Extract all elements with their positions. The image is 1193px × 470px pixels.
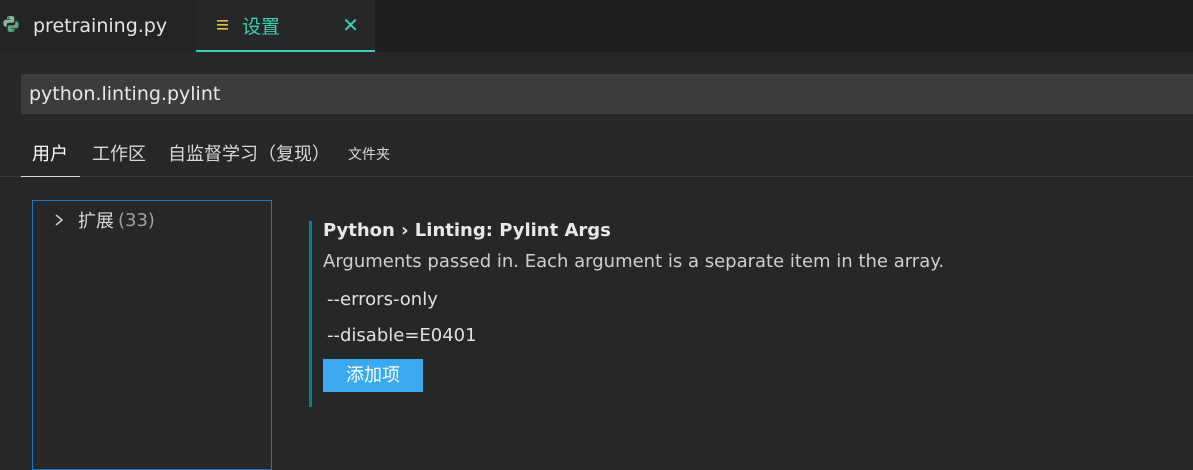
chevron-right-icon (54, 211, 64, 229)
setting-title: Python › Linting: Pylint Args (323, 220, 1169, 241)
array-item[interactable]: --disable=E0401 (323, 324, 1169, 360)
settings-toc[interactable]: 扩展 (33) (32, 200, 272, 470)
setting-description: Arguments passed in. Each argument is a … (323, 251, 945, 272)
tab-user[interactable]: 用户 (21, 134, 80, 177)
settings-search-input[interactable] (21, 74, 1193, 114)
array-item-list: --errors-only --disable=E0401 (323, 288, 1169, 360)
tab-folder-name[interactable]: 自监督学习（复现） (168, 134, 330, 177)
setting-pylint-args: Python › Linting: Pylint Args Arguments … (309, 220, 1169, 407)
toc-item-extensions[interactable]: 扩展 (33) (54, 207, 155, 233)
tab-label: pretraining.py (33, 15, 168, 37)
close-icon[interactable]: ✕ (342, 13, 359, 37)
setting-category: Python › Linting: (323, 220, 500, 241)
toc-item-label: 扩展 (78, 211, 114, 232)
tab-pretraining-py[interactable]: pretraining.py (0, 0, 196, 52)
tab-settings[interactable]: 设置 ✕ (196, 0, 375, 52)
tab-folder[interactable]: 文件夹 (348, 134, 390, 177)
array-item[interactable]: --errors-only (323, 288, 1169, 324)
python-icon (2, 15, 20, 37)
add-item-button[interactable]: 添加项 (323, 359, 423, 392)
settings-scope-tabs: 用户 工作区 自监督学习（复现） 文件夹 (21, 134, 412, 177)
toc-item-count: (33) (118, 209, 155, 231)
settings-search-box[interactable] (21, 74, 1193, 114)
setting-name: Pylint Args (499, 220, 611, 241)
tab-workspace[interactable]: 工作区 (92, 134, 146, 177)
tab-label: 设置 (242, 15, 281, 38)
editor-tab-bar: pretraining.py 设置 ✕ (0, 0, 1193, 52)
settings-list-icon (217, 16, 228, 35)
